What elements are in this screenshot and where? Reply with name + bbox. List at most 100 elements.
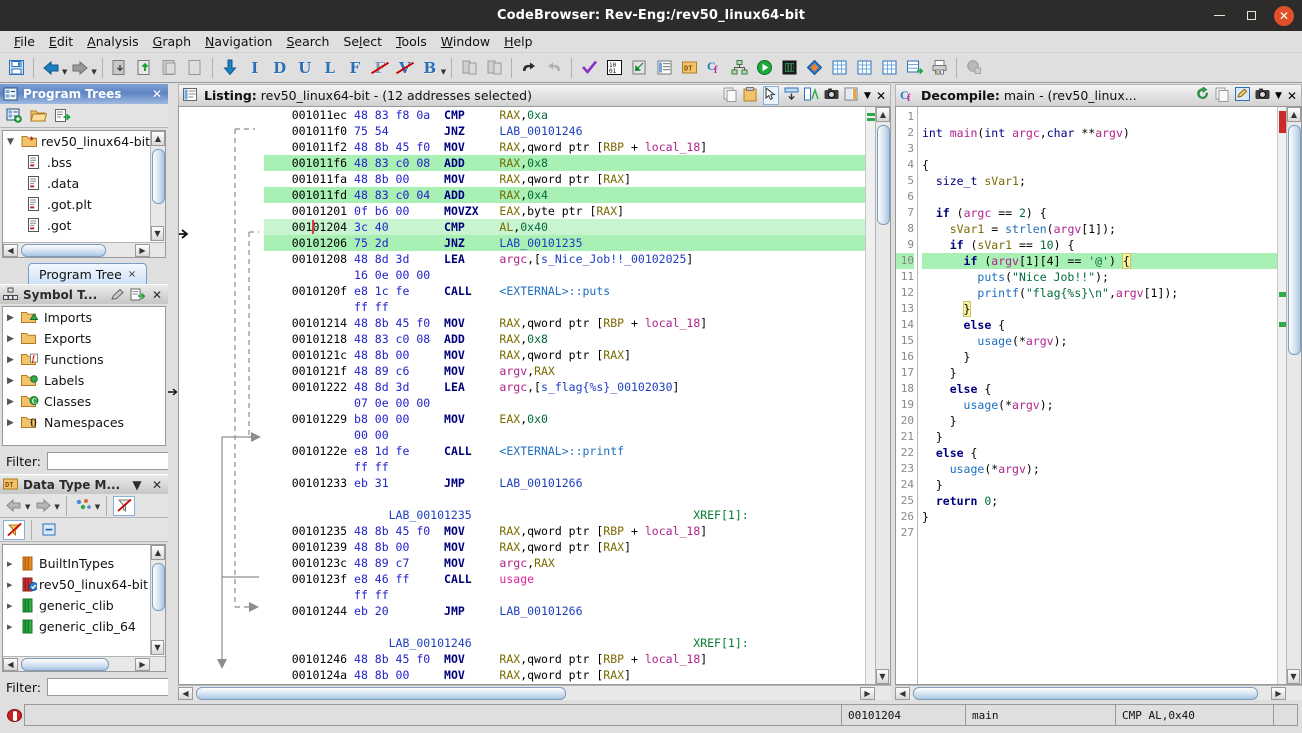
listing-row[interactable]: 00101204 3c 40 CMP AL,0x40 [264,219,890,235]
listing-row[interactable]: 0010122e e8 1d fe CALL <EXTERNAL>::print… [264,443,890,459]
expand-toggle-icon[interactable]: ▶ [7,397,21,407]
listing-row[interactable]: 0010123c 48 89 c7 MOV argc,RAX [264,555,890,571]
dtm-filter-icon[interactable] [73,496,95,516]
symbol-tree-edit-icon[interactable] [109,287,125,303]
decompiler-line[interactable]: } [922,349,1301,365]
symbol-tree-node-functions[interactable]: ▶ f Functions [3,349,165,370]
decompiler-line[interactable]: } [922,413,1301,429]
listing-row[interactable]: 00101239 48 8b 00 MOV RAX,qword ptr [RAX… [264,539,890,555]
symbol-tree-node-labels[interactable]: ▶ Labels [3,370,165,391]
decompiler-body[interactable]: 1 2 3 4 5 6 7 8 9 10 11 12 13 14 15 16 17 18 19 20 21 22 23 24 2… [895,106,1302,685]
listing-icon[interactable] [652,56,676,80]
scroll-up-icon[interactable]: ▲ [151,545,165,560]
listing-row[interactable]: 0010121f 48 89 c6 MOV argv,RAX [264,363,890,379]
export-icon[interactable] [133,56,157,80]
decompiler-line[interactable]: if (argv[1][4] == '@') { [922,253,1301,269]
tree-fragment-node[interactable]: .bss [3,152,165,173]
snapshot-icon[interactable] [1255,87,1270,104]
open-folder-icon[interactable] [27,106,49,126]
memory-icon[interactable] [777,56,801,80]
tree-node-partial[interactable] [3,545,150,553]
paste-program-icon[interactable] [183,56,207,80]
scroll-left-icon[interactable]: ◀ [895,686,910,700]
label-icon[interactable]: L [318,56,342,80]
listing-row[interactable]: 001011ec 48 83 f8 0a CMP RAX,0xa [264,107,890,123]
data-type-node[interactable]: ▶ rev50_linux64-bit [3,574,150,595]
clear-flow-repair-icon[interactable]: V [393,56,417,80]
program-tree-vscroll[interactable]: ▲ ▼ [150,131,165,241]
scroll-right-icon[interactable]: ▶ [135,243,150,257]
refresh-icon[interactable] [1195,86,1210,104]
listing-row[interactable]: ff ff [264,459,890,475]
menu-analysis[interactable]: Analysis [80,32,146,51]
table3-icon[interactable] [877,56,901,80]
listing-vscroll[interactable]: ▲ ▼ [875,107,890,684]
decompiler-line[interactable] [922,189,1301,205]
data-type-node[interactable]: ▶ generic_clib_64 [3,616,150,637]
dtm-forward-icon[interactable] [32,496,54,516]
decompiler-line[interactable]: size_t sVar1; [922,173,1301,189]
decompiler-navigation-strip[interactable] [1277,107,1286,684]
checkmark-icon[interactable] [577,56,601,80]
listing-row[interactable]: 001011fa 48 8b 00 MOV RAX,qword ptr [RAX… [264,171,890,187]
symbol-tree-config-icon[interactable] [129,287,145,303]
chevron-down-icon[interactable]: ▼ [864,91,871,101]
dtm-no-filter-icon[interactable] [113,495,136,516]
expand-toggle-icon[interactable]: ▶ [7,376,21,386]
listing-navigation-strip[interactable] [865,107,875,684]
chevron-down-icon[interactable]: ▼ [129,477,145,493]
listing-options-icon[interactable] [844,87,859,104]
decompiler-line[interactable]: usage(*argv); [922,397,1301,413]
call-tree-icon[interactable] [727,56,751,80]
menu-search[interactable]: Search [279,32,336,51]
save-icon[interactable] [4,56,28,80]
listing-row[interactable]: 001011fd 48 83 c0 04 ADD RAX,0x4 [264,187,890,203]
scroll-thumb[interactable] [877,125,890,225]
scroll-down-icon[interactable]: ▼ [876,669,889,684]
scroll-up-icon[interactable]: ▲ [876,107,890,122]
listing-row[interactable]: 00101244 eb 20 JMP LAB_00101266 [264,603,890,619]
scroll-thumb[interactable] [913,686,1258,700]
close-icon[interactable]: ✕ [149,287,165,303]
listing-row[interactable]: 00101208 48 8d 3d LEA argc,[s_Nice_Job!!… [264,251,890,267]
decompiler-line[interactable]: else { [922,381,1301,397]
tree-config-icon[interactable] [51,106,73,126]
data-icon[interactable]: D [268,56,292,80]
data-type-manager-icon[interactable]: DT [677,56,701,80]
decompiler-line[interactable]: if (sVar1 == 10) { [922,237,1301,253]
scroll-thumb[interactable] [196,686,566,700]
close-icon[interactable]: ✕ [149,477,165,493]
dtm-vscroll[interactable]: ▲ ▼ [150,545,165,655]
listing-row[interactable]: 00101218 48 83 c0 08 ADD RAX,0x8 [264,331,890,347]
dtm-no-filter2-icon[interactable] [3,519,25,540]
listing-row[interactable]: 0010120f e8 1c fe CALL <EXTERNAL>::puts [264,283,890,299]
decompiler-line[interactable]: else { [922,317,1301,333]
menu-help[interactable]: Help [497,32,540,51]
listing-row[interactable]: 001011f0 75 54 JNZ LAB_00101246 [264,123,890,139]
toggle-header-icon[interactable] [784,87,799,104]
decompiler-vscroll[interactable]: ▲ ▼ [1286,107,1301,684]
tree-fragment-node[interactable]: .data [3,173,165,194]
program-tree-hscroll[interactable]: ◀ ▶ [3,242,165,257]
decompiler-line[interactable]: } [922,477,1301,493]
scroll-down-icon[interactable]: ▼ [151,640,164,655]
menu-file[interactable]: File [7,32,42,51]
expand-toggle-icon[interactable]: ▶ [7,334,21,344]
edit-icon[interactable] [1235,87,1251,104]
listing-row[interactable]: 0010121c 48 8b 00 MOV RAX,qword ptr [RAX… [264,347,890,363]
expand-toggle-icon[interactable]: ▶ [7,581,21,589]
listing-row[interactable]: 00101206 75 2d JNZ LAB_00101235 [264,235,890,251]
expand-toggle-icon[interactable]: ▶ [7,602,21,610]
listing-row[interactable]: 00 00 [264,427,890,443]
decompiler-line[interactable]: sVar1 = strlen(argv[1]); [922,221,1301,237]
dtm-filter-dropdown-icon[interactable]: ▼ [95,503,100,517]
data-type-node[interactable]: ▶ generic_clib [3,595,150,616]
tree-root-node[interactable]: ▼ rev50_linux64-bit [3,131,165,152]
decompiler-line[interactable]: } [922,429,1301,445]
scroll-right-icon[interactable]: ▶ [860,686,875,700]
decompiler-line[interactable]: puts("Nice Job!!"); [922,269,1301,285]
menu-navigation[interactable]: Navigation [198,32,279,51]
print-icon[interactable] [927,56,951,80]
scroll-left-icon[interactable]: ◀ [178,686,193,700]
scroll-thumb[interactable] [21,243,106,257]
